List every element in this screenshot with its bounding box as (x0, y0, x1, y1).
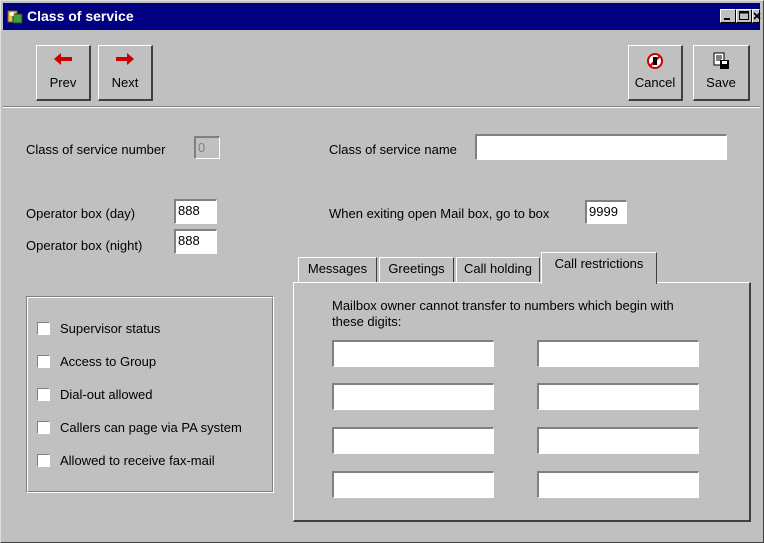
operator-night-field[interactable]: 888 (174, 229, 217, 254)
restriction-instruction-cont: these digits: (332, 314, 402, 329)
cos-number-field[interactable]: 0 (194, 136, 220, 159)
tab-call-restrictions[interactable]: Call restrictions (541, 252, 657, 284)
arrow-left-icon (37, 52, 89, 70)
cos-name-label: Class of service name (329, 142, 457, 157)
checkbox[interactable] (37, 421, 50, 434)
checkbox[interactable] (37, 388, 50, 401)
minimize-button[interactable] (720, 9, 736, 23)
save-icon (694, 52, 748, 70)
arrow-right-icon (99, 52, 151, 70)
operator-night-label: Operator box (night) (26, 238, 143, 253)
option-label: Callers can page via PA system (60, 420, 242, 435)
cancel-button[interactable]: Cancel (628, 45, 683, 101)
cancel-label: Cancel (634, 75, 676, 90)
close-icon (753, 12, 761, 20)
operator-day-field[interactable]: 888 (174, 199, 217, 224)
save-button[interactable]: Save (693, 45, 750, 101)
tab-greetings[interactable]: Greetings (379, 257, 454, 282)
digits-field-3[interactable] (332, 383, 494, 410)
next-label: Next (111, 75, 139, 90)
digits-field-2[interactable] (537, 340, 699, 367)
digits-field-7[interactable] (332, 471, 494, 498)
option-label: Allowed to receive fax-mail (60, 453, 215, 468)
digits-field-4[interactable] (537, 383, 699, 410)
save-label: Save (706, 75, 736, 90)
cancel-icon (629, 52, 681, 70)
toolbar-separator (3, 106, 760, 108)
option-label: Access to Group (60, 354, 157, 369)
app-icon (7, 8, 23, 24)
tab-call-holding[interactable]: Call holding (456, 257, 540, 282)
prev-label: Prev (49, 75, 77, 90)
title-bar[interactable]: Class of service (3, 3, 761, 30)
digits-field-5[interactable] (332, 427, 494, 454)
checkbox[interactable] (37, 355, 50, 368)
minimize-icon (724, 18, 730, 20)
exit-box-label: When exiting open Mail box, go to box (329, 206, 550, 221)
maximize-icon (739, 11, 749, 20)
checkbox[interactable] (37, 322, 50, 335)
operator-day-label: Operator box (day) (26, 206, 136, 221)
option-label: Dial-out allowed (60, 387, 153, 402)
cos-number-label: Class of service number (26, 142, 166, 157)
exit-box-field[interactable]: 9999 (585, 200, 627, 224)
maximize-button[interactable] (736, 9, 752, 23)
digits-field-6[interactable] (537, 427, 699, 454)
next-button[interactable]: Next (98, 45, 153, 101)
restriction-instruction: Mailbox owner cannot transfer to numbers… (332, 298, 674, 313)
digits-field-8[interactable] (537, 471, 699, 498)
prev-button[interactable]: Prev (36, 45, 91, 101)
close-button[interactable] (752, 9, 761, 23)
option-label: Supervisor status (60, 321, 161, 336)
checkbox[interactable] (37, 454, 50, 467)
class-of-service-window: Class of service Prev Next Cancel Save C… (0, 0, 764, 543)
digits-field-1[interactable] (332, 340, 494, 367)
cos-name-field[interactable] (475, 134, 727, 160)
tab-messages[interactable]: Messages (298, 257, 377, 282)
window-title: Class of service (27, 8, 134, 24)
